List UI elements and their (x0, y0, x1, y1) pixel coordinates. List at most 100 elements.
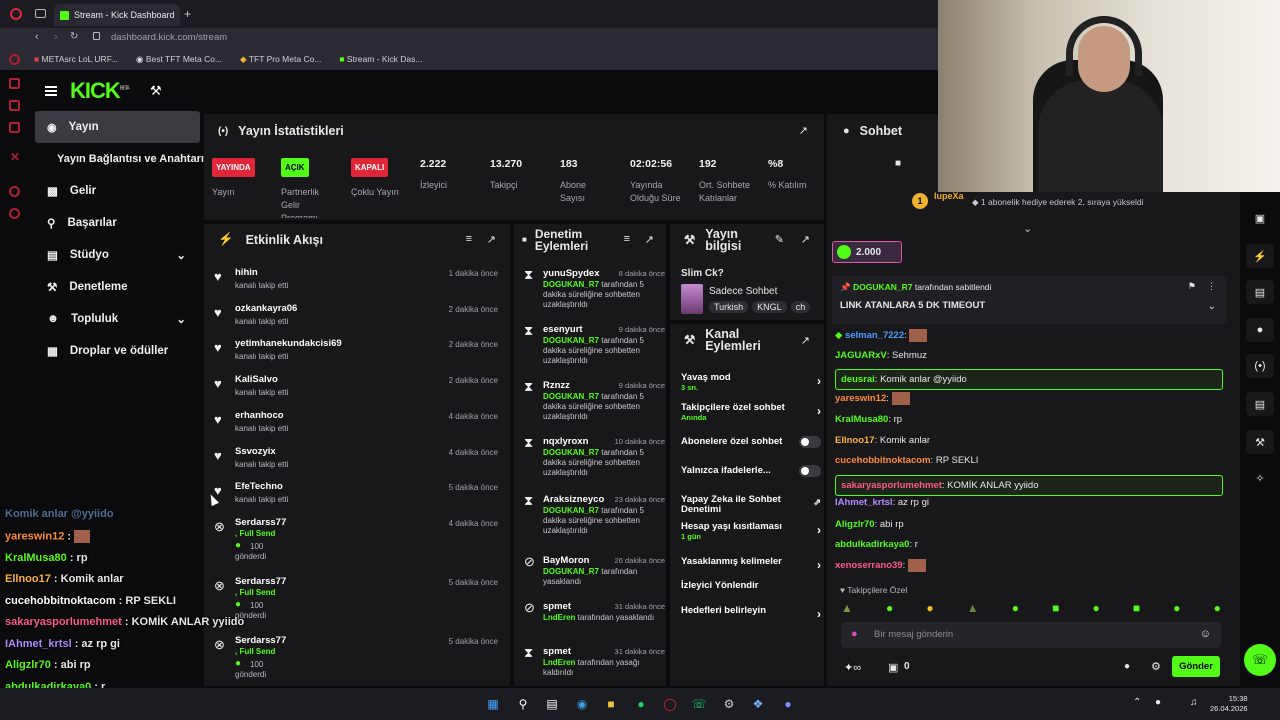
whatsapp-icon[interactable]: ☏ (690, 696, 708, 712)
moderator-name[interactable]: LndEren (543, 658, 575, 667)
list-item[interactable]: ♥ erhanhoco kanalı takip etti 4 dakika önce (210, 409, 500, 443)
url-field[interactable]: dashboard.kick.com/stream (111, 32, 227, 43)
fullscreen-icon[interactable]: ▣ (1246, 206, 1274, 230)
chat-username[interactable]: xenoserrano39 (835, 560, 903, 571)
list-icon[interactable]: ▤ (1246, 392, 1274, 416)
channel-action-item[interactable]: Yasaklanmış kelimeler › (681, 556, 824, 572)
app-icon[interactable]: ❖ (749, 696, 767, 712)
sidebar-red-icon[interactable] (9, 122, 20, 133)
channel-action-item[interactable]: Takipçilere özel sohbet Anında › (681, 402, 824, 422)
chat-username[interactable]: abdulkadirkaya0 (835, 539, 909, 550)
tag[interactable]: Turkish (709, 301, 749, 313)
follower-name[interactable]: erhanhoco (235, 410, 284, 421)
follower-name[interactable]: EfeTechno (235, 481, 283, 492)
moderator-name[interactable]: DOGUKAN_R7 (543, 567, 599, 576)
bookmark-4[interactable]: ■ Stream - Kick Das... (339, 54, 422, 64)
moderation-item[interactable]: ⧗ nqxlyroxn 10 dakika önce DOGUKAN_R7 taraf… (520, 435, 665, 494)
tab-kick-dashboard[interactable]: Stream - Kick Dashboard (54, 4, 180, 26)
chat-username[interactable]: JAGUARxV (835, 350, 887, 361)
toggle-switch[interactable] (799, 436, 821, 448)
emote-icon[interactable]: ● (1214, 601, 1221, 615)
browser-menu-icon[interactable] (10, 8, 22, 20)
emote-icon[interactable]: ▲ (841, 601, 853, 615)
moderator-name[interactable]: DOGUKAN_R7 (543, 336, 599, 345)
tray-chevron-icon[interactable]: ⌃ (1133, 697, 1141, 708)
tab-overview-icon[interactable] (35, 9, 46, 18)
moderator-name[interactable]: DOGUKAN_R7 (543, 280, 599, 289)
kicks-badge[interactable]: 2.000 (832, 241, 902, 263)
filter-icon[interactable]: ≡ (624, 233, 630, 245)
tool-icon[interactable]: ⚒ (150, 83, 162, 99)
menu-icon[interactable] (45, 86, 57, 96)
clock[interactable]: 15:38 26.04.2026 (1210, 694, 1248, 714)
new-tab-button[interactable]: + (184, 7, 191, 21)
mic-icon[interactable]: ● (851, 628, 858, 640)
store-icon[interactable]: ▤ (543, 696, 561, 712)
chat-message[interactable]: deusrai: Komik anlar @yyiido (835, 369, 1223, 390)
wrench-icon[interactable]: ⚒ (1246, 430, 1274, 454)
chat-message[interactable]: JAGUARxV: Sehmuz (835, 350, 927, 361)
spotify-icon[interactable]: ● (632, 696, 650, 712)
expand-icon[interactable]: ↗ (801, 334, 810, 347)
x-icon[interactable]: ✕ (10, 150, 20, 164)
bookmark-1[interactable]: ■ METAsrc LoL URF... (34, 54, 118, 64)
chat-username[interactable]: Ellnoo17 (835, 435, 875, 446)
expand-icon[interactable]: ↗ (487, 233, 496, 246)
chat-username[interactable]: Aligzlr70 (835, 519, 875, 530)
chevron-down-icon[interactable]: ⌄ (1023, 222, 1032, 235)
channel-action-item[interactable]: İzleyici Yönlendir (681, 580, 824, 591)
chat-message[interactable]: Ellnoo17: Komik anlar (835, 435, 930, 446)
bookmark-3[interactable]: ◆ TFT Pro Meta Co... (240, 54, 321, 65)
chat-message[interactable]: yareswin12: (835, 392, 910, 405)
follower-name[interactable]: yetimhanekundakcisi69 (235, 338, 342, 349)
sidebar-red-icon[interactable] (9, 208, 20, 219)
tag[interactable]: KNGL (752, 301, 787, 313)
chat-message[interactable]: ◆ selman_7222: (835, 329, 928, 342)
list-item[interactable]: ♥ KaliSalvo kanalı takip etti 2 dakika önce (210, 373, 500, 407)
document-icon[interactable]: ▤ (1246, 280, 1274, 304)
filter-icon[interactable]: ≡ (466, 233, 472, 245)
chat-username[interactable]: cucehobbitnoktacom (835, 455, 931, 466)
chat-message[interactable]: cucehobbitnoktacom: RP SEKLI (835, 455, 978, 466)
channel-action-item[interactable]: Yavaş mod 3 sn. › (681, 372, 824, 392)
moderated-user[interactable]: Rznzz (543, 380, 570, 391)
moderation-item[interactable]: ⧗ esenyurt 9 dakika önce DOGUKAN_R7 tarafın… (520, 323, 665, 380)
chat-message[interactable]: sakaryasporlumehmet: KOMİK ANLAR yyiido (835, 475, 1223, 496)
follower-name[interactable]: Ssvozyix (235, 446, 276, 457)
steam-icon[interactable]: ⚙ (720, 696, 738, 712)
chat-username[interactable]: KralMusa80 (835, 414, 888, 425)
moderation-item[interactable]: ⊘ spmet 31 dakika önce LndEren tarafından y… (520, 600, 665, 646)
emote-icon[interactable]: ● (926, 601, 933, 615)
trash-icon[interactable]: ■ (895, 158, 901, 169)
chat-input-box[interactable]: ● Bir mesaj gönderin ☺ (841, 622, 1221, 648)
pinned-message[interactable]: 📌 DOGUKAN_R7 tarafından sabitlendi LINK … (832, 276, 1226, 324)
emoji-icon[interactable]: ☺ (1200, 628, 1211, 640)
moderator-name[interactable]: DOGUKAN_R7 (543, 506, 599, 515)
edit-icon[interactable]: ✎ (775, 233, 784, 246)
gear-icon[interactable]: ⚙ (1151, 660, 1161, 673)
chat-message[interactable]: Aligzlr70: abi rp (835, 519, 904, 530)
moderated-user[interactable]: yunuSpydex (543, 268, 600, 279)
sidebar-item-stream-key[interactable]: Yayın Bağlantısı ve Anahtarı (35, 143, 204, 175)
channel-action-item[interactable]: Hesap yaşı kısıtlaması 1 gün › (681, 521, 824, 541)
send-button[interactable]: Gönder (1172, 656, 1220, 677)
broadcast-icon[interactable]: (•) (1246, 354, 1274, 378)
support-button[interactable]: ☏ (1244, 644, 1276, 676)
channel-action-item[interactable]: Yapay Zeka ile Sohbet Denetimi ⇗ (681, 495, 824, 515)
chat-username[interactable]: yareswin12 (835, 393, 886, 404)
sidebar-red-icon[interactable] (9, 54, 20, 65)
sidebar-item-topluluk[interactable]: ☻ Topluluk ⌄ (35, 303, 200, 335)
gift-icon[interactable]: ▣ (888, 661, 898, 674)
discord-icon[interactable]: ● (779, 696, 797, 712)
reload-icon[interactable]: ↻ (70, 31, 78, 42)
emote-icon[interactable]: ● (886, 601, 893, 615)
emote-icon[interactable]: ● (1012, 601, 1019, 615)
sidebar-red-icon[interactable] (9, 78, 20, 89)
emote-icon[interactable]: ■ (1133, 601, 1140, 615)
expand-icon[interactable]: ↗ (645, 233, 654, 246)
expand-icon[interactable]: ↗ (801, 233, 810, 246)
folder-icon[interactable]: ■ (602, 696, 620, 712)
list-item[interactable]: ♥ hihin kanalı takip etti 1 dakika önce (210, 266, 500, 300)
speaker-icon[interactable]: ♫ (1190, 697, 1198, 708)
emote-icon[interactable]: ● (1173, 601, 1180, 615)
